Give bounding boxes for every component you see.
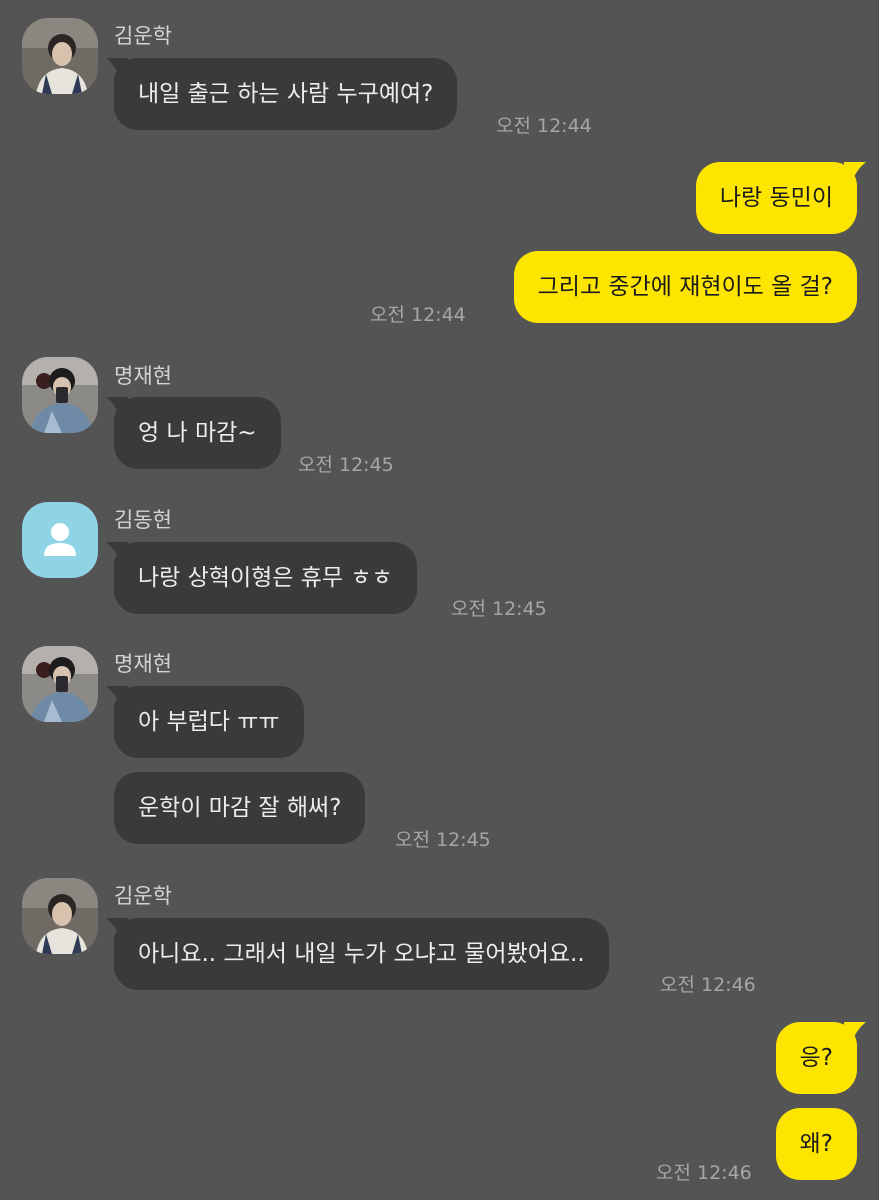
message-text: 나랑 동민이 — [719, 185, 833, 211]
incoming-message-bubble[interactable]: 운학이 마감 잘 해써? — [114, 772, 366, 844]
message-timestamp: 오전 12:45 — [298, 454, 394, 476]
incoming-message-bubble[interactable]: 엉 나 마감~ — [106, 397, 281, 469]
bubble-tail — [106, 686, 128, 706]
message-timestamp: 오전 12:45 — [451, 598, 547, 620]
avatar-photo[interactable] — [22, 357, 98, 433]
incoming-message-bubble[interactable]: 내일 출근 하는 사람 누구예여? — [106, 58, 458, 130]
avatar-photo[interactable] — [22, 18, 98, 94]
message-text: 아 부럽다 ㅠㅠ — [138, 709, 280, 735]
sender-name: 명재현 — [114, 652, 172, 676]
message-text: 응? — [799, 1045, 833, 1071]
incoming-message-bubble[interactable]: 아 부럽다 ㅠㅠ — [106, 686, 304, 758]
bubble-tail — [106, 542, 128, 562]
avatar-photo[interactable] — [22, 646, 98, 722]
incoming-message-bubble[interactable]: 나랑 상혁이형은 휴무 ㅎㅎ — [106, 542, 417, 614]
message-text: 아니요.. 그래서 내일 누가 오냐고 물어봤어요.. — [138, 941, 585, 967]
bubble-tail — [844, 162, 866, 182]
incoming-message-bubble[interactable]: 아니요.. 그래서 내일 누가 오냐고 물어봤어요.. — [106, 918, 609, 990]
message-timestamp: 오전 12:44 — [370, 304, 466, 326]
bubble-tail — [106, 58, 128, 78]
message-timestamp: 오전 12:46 — [656, 1162, 752, 1184]
message-text: 왜? — [799, 1131, 833, 1157]
sender-name: 김운학 — [114, 884, 172, 908]
message-timestamp: 오전 12:45 — [395, 829, 491, 851]
message-timestamp: 오전 12:46 — [660, 974, 756, 996]
bubble-tail — [106, 918, 128, 938]
outgoing-message-bubble[interactable]: 그리고 중간에 재현이도 올 걸? — [513, 251, 857, 323]
sender-name: 김운학 — [114, 24, 172, 48]
sender-name: 명재현 — [114, 364, 172, 388]
message-text: 운학이 마감 잘 해써? — [138, 795, 342, 821]
outgoing-message-bubble[interactable]: 왜? — [775, 1108, 857, 1180]
message-text: 그리고 중간에 재현이도 올 걸? — [537, 274, 833, 300]
avatar-photo[interactable] — [22, 878, 98, 954]
sender-name: 김동현 — [114, 508, 172, 532]
message-timestamp: 오전 12:44 — [496, 115, 592, 137]
outgoing-message-bubble[interactable]: 나랑 동민이 — [695, 162, 866, 234]
outgoing-message-bubble[interactable]: 응? — [775, 1022, 866, 1094]
bubble-tail — [844, 1022, 866, 1042]
message-text: 나랑 상혁이형은 휴무 ㅎㅎ — [138, 565, 393, 591]
message-text: 엉 나 마감~ — [138, 420, 257, 446]
default-person-icon[interactable] — [22, 502, 98, 578]
message-text: 내일 출근 하는 사람 누구예여? — [138, 81, 434, 107]
bubble-tail — [106, 397, 128, 417]
